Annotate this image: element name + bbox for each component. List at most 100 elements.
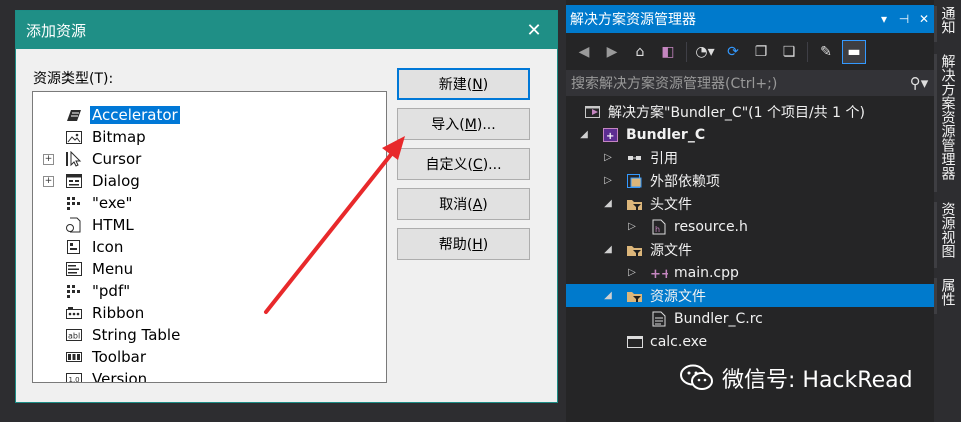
resource-type-item[interactable]: "exe" (33, 192, 386, 214)
help-button[interactable]: 帮助(H) (397, 228, 530, 260)
home-icon[interactable]: ⌂ (628, 40, 652, 64)
show-all-files-icon[interactable]: ❏ (777, 40, 801, 64)
solution-explorer-title: 解决方案资源管理器 (570, 12, 696, 28)
expand-arrow-icon[interactable]: ▷ (602, 175, 614, 186)
cpp-file-icon: ++ (650, 265, 672, 282)
resource-type-item[interactable]: "pdf" (33, 280, 386, 302)
resource-type-item[interactable]: + Cursor (33, 148, 386, 170)
svg-text:1.0: 1.0 (69, 376, 80, 383)
resource-type-item[interactable]: Menu (33, 258, 386, 280)
solution-tree-item[interactable]: ◢ 头文件 (566, 192, 934, 215)
resource-type-item[interactable]: 1.0 Version (33, 368, 386, 383)
solution-tree-item[interactable]: Bundler_C.rc (566, 307, 934, 330)
solution-tree-item[interactable]: ▷ h resource.h (566, 215, 934, 238)
expand-icon[interactable]: + (43, 175, 54, 187)
resource-type-item[interactable]: Accelerator (33, 104, 386, 126)
accelerator-icon (65, 107, 83, 123)
menu-icon (65, 261, 83, 277)
resource-type-label-text: Icon (92, 238, 124, 256)
import-button[interactable]: 导入(M)... (397, 108, 530, 140)
html-icon (65, 217, 83, 233)
expand-arrow-icon[interactable]: ▷ (626, 221, 638, 232)
tab-properties[interactable]: 属性 (934, 278, 961, 314)
resource-type-item[interactable]: Ribbon (33, 302, 386, 324)
add-resource-dialog: 添加资源 ✕ 资源类型(T): Accelerator Bitmap + Cursor… (15, 10, 558, 403)
tab-resource-view[interactable]: 资源视图 (934, 202, 961, 268)
folder-filter-icon (626, 288, 644, 304)
resource-type-label-text: Bitmap (92, 128, 146, 146)
preview-selected-icon[interactable]: ▬ (842, 40, 866, 64)
solution-icon (584, 104, 602, 120)
tab-properties-label: 属性 (939, 278, 956, 306)
resource-type-label-text: Ribbon (92, 304, 145, 322)
resource-type-item[interactable]: Toolbar (33, 346, 386, 368)
custom-button[interactable]: 自定义(C)... (397, 148, 530, 180)
solution-tree-item[interactable]: ▷ 引用 (566, 146, 934, 169)
collapse-all-icon[interactable]: ❐ (749, 40, 773, 64)
collapse-arrow-icon[interactable]: ◢ (602, 290, 614, 301)
back-icon[interactable]: ◀ (572, 40, 596, 64)
collapse-arrow-icon[interactable]: ◢ (602, 198, 614, 209)
search-icon[interactable]: ⚲▾ (904, 74, 934, 92)
resource-type-label-text: HTML (92, 216, 134, 234)
solution-tree-item[interactable]: 解决方案"Bundler_C"(1 个项目/共 1 个) (566, 100, 934, 123)
expand-arrow-icon[interactable]: ▷ (626, 267, 638, 278)
solution-tree-item-label: 外部依赖项 (650, 173, 720, 190)
solution-tree-item[interactable]: ◢ + Bundler_C (566, 123, 934, 146)
watermark-text: 微信号: HackRead (722, 368, 913, 393)
custom-button-label: 自定义(C)... (425, 157, 502, 173)
solution-tree-item[interactable]: calc.exe (566, 330, 934, 353)
close-icon[interactable]: ✕ (511, 11, 557, 49)
expand-icon[interactable]: + (43, 153, 54, 165)
file-icon (626, 334, 644, 350)
solution-tree-item[interactable]: ▷ 外部依赖项 (566, 169, 934, 192)
dialog-icon (65, 173, 83, 189)
pending-changes-icon[interactable]: ◔▾ (693, 40, 717, 64)
tab-solution-explorer[interactable]: 解决方案资源管理器 (934, 54, 961, 192)
solution-explorer-toolbar: ◀ ▶ ⌂ ◧ ◔▾ ⟳ ❐ ❏ ✎ ▬ (566, 36, 934, 68)
expand-arrow-icon[interactable]: ▷ (602, 152, 614, 163)
switch-views-icon[interactable]: ◧ (656, 40, 680, 64)
resource-type-item[interactable]: + Dialog (33, 170, 386, 192)
collapse-arrow-icon[interactable]: ◢ (602, 244, 614, 255)
solution-tree-item-label: resource.h (674, 218, 748, 235)
resource-type-item[interactable]: Bitmap (33, 126, 386, 148)
solution-tree-item-label: calc.exe (650, 333, 708, 350)
side-tab-strip: 通知 解决方案资源管理器 资源视图 属性 (934, 0, 961, 422)
solution-tree-item-label: Bundler_C (626, 126, 706, 143)
resource-type-tree[interactable]: Accelerator Bitmap + Cursor + Dialog "exe" HTML… (32, 91, 387, 383)
window-position-icon[interactable]: ▾ (874, 12, 894, 26)
new-button[interactable]: 新建(N) (397, 68, 530, 100)
solution-search-box[interactable]: 搜索解决方案资源管理器(Ctrl+;) ⚲▾ (566, 70, 934, 96)
svg-text:+: + (606, 131, 614, 142)
forward-icon[interactable]: ▶ (600, 40, 624, 64)
sync-icon[interactable]: ⟳ (721, 40, 745, 64)
resource-type-item[interactable]: Icon (33, 236, 386, 258)
solution-explorer-title-bar: 解决方案资源管理器 ▾ ⊣ ✕ (566, 5, 934, 33)
dialog-title: 添加资源 (26, 21, 87, 40)
pin-icon[interactable]: ⊣ (894, 12, 914, 26)
properties-wrench-icon[interactable]: ✎ (814, 40, 838, 64)
close-panel-icon[interactable]: ✕ (914, 12, 934, 26)
custom-resource-icon (65, 283, 83, 299)
solution-tree-item[interactable]: ◢ 源文件 (566, 238, 934, 261)
svg-text:++: ++ (650, 267, 668, 281)
solution-tree-item-label: 解决方案"Bundler_C"(1 个项目/共 1 个) (608, 104, 865, 121)
svg-text:h: h (655, 225, 660, 234)
resource-type-item[interactable]: HTML (33, 214, 386, 236)
cancel-button[interactable]: 取消(A) (397, 188, 530, 220)
resource-type-label-text: Cursor (92, 150, 142, 168)
toolbar-icon (65, 349, 83, 365)
tab-resource-view-label: 资源视图 (939, 202, 956, 258)
tab-notifications[interactable]: 通知 (934, 6, 961, 42)
toolbar-separator (807, 42, 808, 62)
solution-tree-item-label: 引用 (650, 150, 678, 167)
resource-type-label-text: Dialog (92, 172, 140, 190)
solution-tree-item[interactable]: ◢ 资源文件 (566, 284, 934, 307)
solution-tree-item[interactable]: ▷ ++ main.cpp (566, 261, 934, 284)
project-icon: + (602, 127, 620, 143)
resource-type-item[interactable]: abl String Table (33, 324, 386, 346)
solution-search-input[interactable]: 搜索解决方案资源管理器(Ctrl+;) (571, 73, 904, 93)
collapse-arrow-icon[interactable]: ◢ (578, 129, 590, 140)
resource-type-label-text: String Table (92, 326, 181, 344)
